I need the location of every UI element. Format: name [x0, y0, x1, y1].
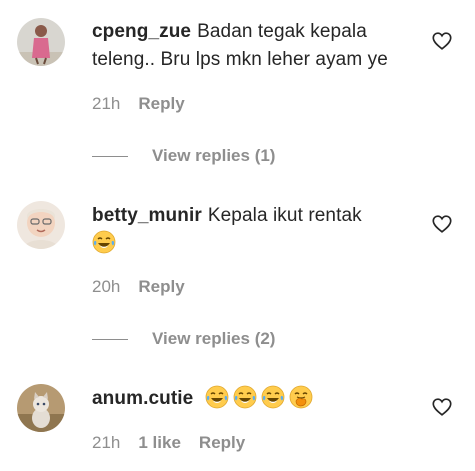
avatar[interactable] [17, 384, 65, 432]
username[interactable]: anum.cutie [92, 388, 193, 409]
laughing-tears-emoji-icon [92, 230, 116, 254]
laughing-tears-emoji-icon [233, 385, 257, 409]
divider [92, 155, 128, 157]
timestamp: 20h [92, 277, 121, 296]
comment-text: anum.cutie [92, 385, 417, 413]
comment-body: Kepala ikut rentak [207, 205, 362, 226]
laughing-tears-emoji-icon [205, 385, 229, 409]
view-replies-label: View replies (2) [152, 329, 276, 348]
reply-button[interactable]: Reply [138, 277, 184, 297]
divider [92, 338, 128, 340]
timestamp: 21h [92, 433, 121, 452]
like-heart-icon[interactable] [431, 396, 453, 418]
likes-count[interactable]: 1 like [138, 433, 181, 453]
username[interactable]: betty_munir [92, 205, 202, 226]
avatar[interactable] [17, 201, 65, 249]
comment-text: betty_munir Kepala ikut rentak [92, 202, 417, 258]
comment-meta: 21h Reply [92, 94, 185, 114]
view-replies-button[interactable]: View replies (1) [92, 146, 275, 166]
reply-button[interactable]: Reply [138, 94, 184, 114]
avatar[interactable] [17, 18, 65, 66]
view-replies-label: View replies (1) [152, 146, 276, 165]
like-heart-icon[interactable] [431, 213, 453, 235]
comment-meta: 20h Reply [92, 277, 185, 297]
reply-button[interactable]: Reply [199, 433, 245, 453]
comment-meta: 21h 1 like Reply [92, 433, 245, 453]
like-heart-icon[interactable] [431, 30, 453, 52]
laughing-tears-emoji-icon [261, 385, 285, 409]
timestamp: 21h [92, 94, 121, 113]
comment-text: cpeng_zue Badan tegak kepala teleng.. Bru… [92, 18, 417, 74]
hand-over-mouth-emoji-icon [289, 385, 313, 409]
view-replies-button[interactable]: View replies (2) [92, 329, 275, 349]
username[interactable]: cpeng_zue [92, 21, 191, 42]
